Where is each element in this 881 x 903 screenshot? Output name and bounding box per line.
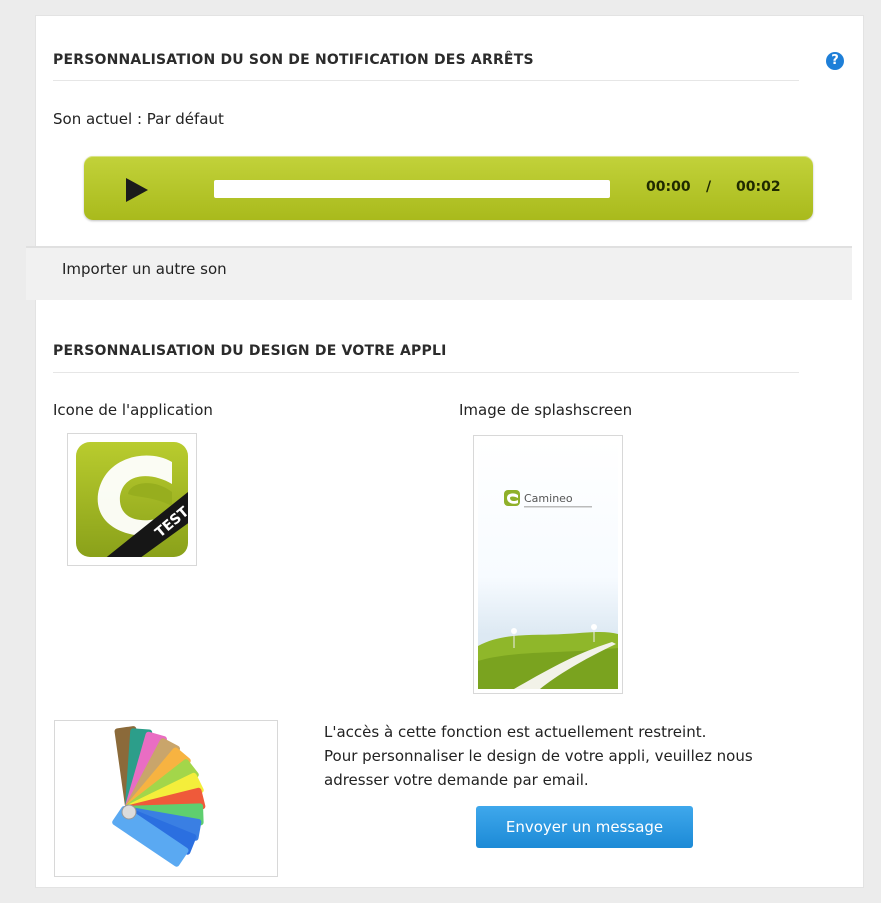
color-palette-thumbnail	[54, 720, 278, 877]
design-section-title: PERSONNALISATION DU DESIGN DE VOTRE APPL…	[53, 343, 447, 359]
splash-brand: Camineo	[524, 492, 573, 505]
help-icon[interactable]: ?	[826, 52, 844, 70]
audio-duration: 00:02	[736, 179, 781, 195]
color-fan-icon	[112, 726, 206, 867]
play-icon[interactable]	[126, 178, 148, 202]
app-icon-label: Icone de l'application	[53, 401, 213, 419]
current-sound-label: Son actuel : Par défaut	[53, 110, 224, 128]
app-icon-image: TEST	[76, 442, 193, 557]
design-section-divider	[53, 372, 799, 373]
audio-time-separator: /	[706, 179, 712, 195]
notice-line-2: Pour personnaliser le design de votre ap…	[324, 747, 753, 765]
import-sound-link[interactable]: Importer un autre son	[62, 260, 227, 278]
send-message-button[interactable]: Envoyer un message	[476, 806, 693, 848]
audio-current-time: 00:00	[646, 179, 691, 195]
splash-label: Image de splashscreen	[459, 401, 633, 419]
restriction-notice: L'accès à cette fonction est actuellemen…	[324, 720, 804, 792]
notice-line-3: adresser votre demande par email.	[324, 771, 589, 789]
splash-thumbnail[interactable]: Camineo	[473, 435, 623, 694]
app-icon-thumbnail[interactable]: TEST	[67, 433, 197, 566]
import-sound-bar[interactable]: Importer un autre son	[26, 246, 852, 300]
sound-section-title: PERSONNALISATION DU SON DE NOTIFICATION …	[53, 52, 534, 68]
audio-player: 00:00 / 00:02	[84, 156, 813, 220]
sound-section-divider	[53, 80, 799, 81]
notice-line-1: L'accès à cette fonction est actuellemen…	[324, 723, 707, 741]
splash-image: Camineo	[478, 440, 618, 689]
audio-progress-bar[interactable]	[214, 180, 610, 198]
